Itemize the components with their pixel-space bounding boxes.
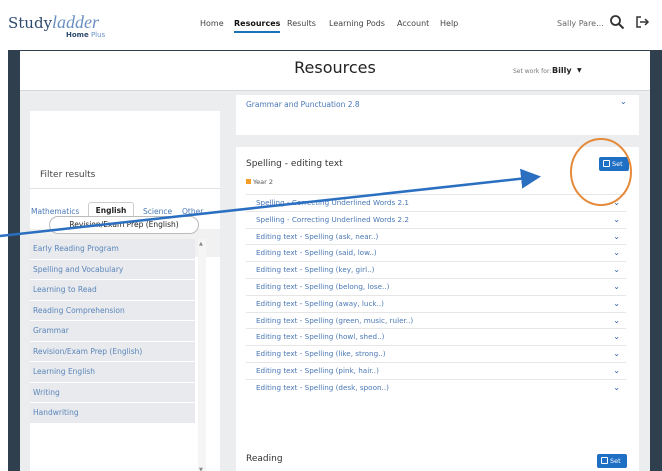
list-item[interactable]: Spelling - Correcting Underlined Words 2… — [246, 194, 626, 211]
chevron-down-icon[interactable]: ⌄ — [613, 195, 620, 211]
category-item[interactable]: Early Reading Program — [30, 239, 195, 260]
nav-account[interactable]: Account — [397, 19, 429, 28]
category-item[interactable]: Learning to Read — [30, 280, 195, 301]
logo-plus-text: Plus — [90, 31, 106, 39]
category-item[interactable]: Grammar — [30, 321, 195, 342]
category-scrollbar[interactable] — [198, 239, 206, 471]
resource-link[interactable]: Editing text - Spelling (key, girl..) — [256, 265, 374, 274]
chevron-down-icon[interactable]: ⌄ — [613, 212, 620, 228]
subject-mathematics[interactable]: Mathematics — [31, 207, 79, 216]
resource-link[interactable]: Editing text - Spelling (pink, hair..) — [256, 366, 379, 375]
resource-list: Spelling - Correcting Underlined Words 2… — [246, 194, 626, 396]
logout-icon[interactable] — [634, 14, 650, 30]
list-item[interactable]: Spelling - Correcting Underlined Words 2… — [246, 210, 626, 228]
list-item[interactable]: Editing text - Spelling (belong, lose..)… — [246, 277, 626, 295]
resource-link[interactable]: Editing text - Spelling (away, luck..) — [256, 299, 384, 308]
list-item[interactable]: Editing text - Spelling (away, luck..) ⌄ — [246, 294, 626, 312]
chevron-down-icon[interactable]: ⌄ — [613, 245, 620, 261]
category-item[interactable]: Handwriting — [30, 403, 195, 424]
logo-home-plus: Home Plus — [66, 31, 105, 39]
resource-link[interactable]: Spelling - Correcting Underlined Words 2… — [256, 198, 409, 207]
resource-link[interactable]: Editing text - Spelling (like, strong..) — [256, 349, 386, 358]
set-button[interactable]: Set — [599, 157, 629, 171]
reading-set-button[interactable]: Set — [597, 454, 627, 468]
set-button-label: Set — [610, 457, 621, 465]
list-item[interactable]: Editing text - Spelling (howl, shed..) ⌄ — [246, 328, 626, 345]
subject-other[interactable]: Other — [182, 207, 203, 216]
set-button-label: Set — [612, 160, 623, 168]
checkbox-icon — [601, 457, 608, 464]
scroll-down-icon[interactable]: ▼ — [199, 467, 203, 471]
category-item[interactable]: Revision/Exam Prep (English) — [30, 341, 195, 362]
chevron-down-icon[interactable]: ⌄ — [613, 279, 620, 295]
grammar-punctuation-link[interactable]: Grammar and Punctuation 2.8 — [246, 100, 360, 109]
scroll-up-icon[interactable]: ▲ — [199, 241, 203, 247]
category-list: Early Reading Program Spelling and Vocab… — [30, 239, 195, 424]
nav-learning-pods[interactable]: Learning Pods — [329, 19, 385, 28]
set-work-for-label: Set work for: — [513, 68, 552, 75]
resource-link[interactable]: Editing text - Spelling (green, music, r… — [256, 316, 413, 325]
reading-card: Reading Set — [236, 437, 639, 471]
filter-divider — [30, 188, 220, 189]
logo-study-text: Study — [8, 14, 53, 32]
category-item[interactable]: Learning English — [30, 362, 195, 383]
checkbox-icon — [603, 160, 610, 167]
category-item[interactable]: Reading Comprehension — [30, 300, 195, 321]
category-item[interactable]: Writing — [30, 382, 195, 403]
user-name[interactable]: Sally Pare... — [557, 19, 604, 28]
category-item[interactable]: Spelling and Vocabulary — [30, 259, 195, 280]
chevron-down-icon[interactable]: ⌄ — [613, 313, 620, 329]
reading-card-title: Reading — [246, 454, 283, 464]
chevron-down-icon[interactable]: ⌄ — [613, 380, 620, 396]
chevron-down-icon[interactable]: ⌄ — [613, 262, 620, 278]
list-item[interactable]: Editing text - Spelling (pink, hair..) ⌄ — [246, 361, 626, 379]
chevron-down-icon[interactable]: ⌄ — [613, 329, 620, 345]
list-item[interactable]: Editing text - Spelling (key, girl..) ⌄ — [246, 261, 626, 278]
resource-link[interactable]: Editing text - Spelling (belong, lose..) — [256, 282, 389, 291]
resource-link[interactable]: Editing text - Spelling (said, low..) — [256, 248, 377, 257]
search-icon[interactable] — [609, 14, 625, 30]
list-item[interactable]: Editing text - Spelling (ask, near..) ⌄ — [246, 227, 626, 245]
chevron-down-icon[interactable]: ⌄ — [620, 97, 627, 106]
nav-resources[interactable]: Resources — [234, 19, 281, 33]
resource-link[interactable]: Spelling - Correcting Underlined Words 2… — [256, 215, 409, 224]
resource-link[interactable]: Editing text - Spelling (desk, spoon..) — [256, 383, 389, 392]
selected-category-button[interactable]: Revision/Exam Prep (English) — [49, 216, 199, 234]
logo-home-text: Home — [66, 31, 89, 39]
chevron-down-icon[interactable]: ⌄ — [613, 363, 620, 379]
nav-results[interactable]: Results — [287, 19, 316, 28]
chevron-down-icon[interactable]: ⌄ — [613, 296, 620, 312]
previous-resource-card: Grammar and Punctuation 2.8 ⌄ — [236, 95, 639, 135]
studyladder-logo[interactable]: Studyladder Home Plus — [8, 12, 105, 39]
nav-help[interactable]: Help — [440, 19, 458, 28]
nav-home[interactable]: Home — [200, 19, 224, 28]
chevron-down-icon[interactable]: ⌄ — [613, 229, 620, 245]
subject-science[interactable]: Science — [143, 207, 172, 216]
card-title: Spelling - editing text — [246, 159, 343, 169]
list-item[interactable]: Editing text - Spelling (green, music, r… — [246, 311, 626, 329]
caret-down-icon[interactable]: ▼ — [577, 67, 582, 74]
year-tag: Year 2 — [246, 178, 273, 186]
set-work-for-select[interactable]: Billy — [552, 66, 572, 75]
list-item[interactable]: Editing text - Spelling (said, low..) ⌄ — [246, 244, 626, 261]
list-item[interactable]: Editing text - Spelling (like, strong..)… — [246, 345, 626, 362]
filter-title: Filter results — [40, 170, 96, 180]
top-navigation: Studyladder Home Plus Home Resources Res… — [0, 0, 662, 50]
resource-link[interactable]: Editing text - Spelling (howl, shed..) — [256, 332, 384, 341]
logo-ladder-text: ladder — [52, 12, 100, 32]
chevron-down-icon[interactable]: ⌄ — [613, 346, 620, 362]
page-header: Resources Set work for: Billy ▼ — [20, 51, 650, 91]
resource-link[interactable]: Editing text - Spelling (ask, near..) — [256, 232, 378, 241]
list-item[interactable]: Editing text - Spelling (desk, spoon..) ⌄ — [246, 378, 626, 396]
